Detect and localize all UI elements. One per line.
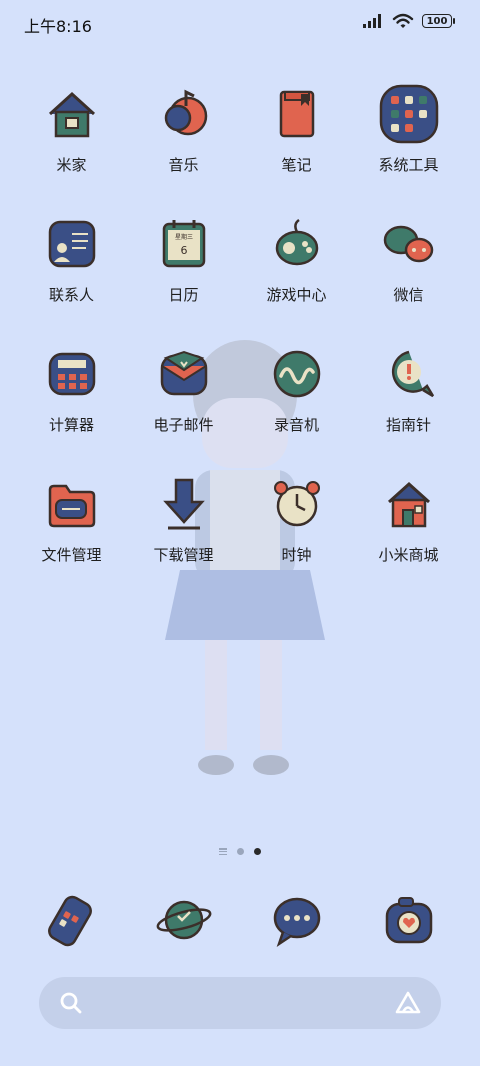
- system-tools-folder-icon: [379, 84, 438, 144]
- page-dot[interactable]: [237, 848, 244, 855]
- app-label: 电子邮件: [153, 416, 214, 434]
- mi-store-icon: [387, 481, 430, 528]
- alarm-clock-icon: [273, 481, 320, 527]
- file-manager-icon: [48, 484, 95, 528]
- app-downloads[interactable]: 下载管理: [127, 470, 240, 580]
- app-label: 小米商城: [378, 546, 439, 564]
- compass-icon: [391, 350, 434, 398]
- dock-camera[interactable]: [352, 886, 465, 956]
- contacts-icon: [48, 220, 95, 268]
- dock-messages[interactable]: [240, 886, 353, 956]
- app-label: 微信: [393, 286, 424, 304]
- page-indicator: [0, 848, 480, 855]
- app-notes[interactable]: 笔记: [240, 80, 353, 190]
- calendar-icon: 星期三 6: [162, 220, 205, 268]
- app-label: 笔记: [281, 156, 312, 174]
- status-time: 上午8:16: [24, 17, 92, 36]
- app-label: 联系人: [48, 286, 94, 304]
- mijia-house-icon: [48, 91, 95, 138]
- home-menu-indicator-icon[interactable]: [219, 848, 227, 855]
- app-contacts[interactable]: 联系人: [15, 210, 128, 320]
- app-music[interactable]: 音乐: [127, 80, 240, 190]
- app-label: 计算器: [48, 416, 94, 434]
- app-label: 系统工具: [378, 156, 439, 174]
- app-clock[interactable]: 时钟: [240, 470, 353, 580]
- app-recorder[interactable]: 录音机: [240, 340, 353, 450]
- app-label: 游戏中心: [266, 286, 327, 304]
- status-icons: 100: [362, 13, 455, 29]
- signal-icon: [363, 14, 381, 28]
- app-label: 指南针: [385, 416, 431, 434]
- status-bar: 上午8:16 100: [0, 0, 480, 46]
- app-label: 音乐: [168, 156, 199, 174]
- search-icon[interactable]: [59, 991, 83, 1015]
- calendar-weekday: 星期三: [174, 233, 192, 241]
- page-dot-active[interactable]: [254, 848, 261, 855]
- app-label: 文件管理: [41, 546, 102, 564]
- recorder-icon: [273, 350, 320, 398]
- music-icon: [164, 89, 207, 136]
- app-mi-store[interactable]: 小米商城: [352, 470, 465, 580]
- app-compass[interactable]: 指南针: [352, 340, 465, 450]
- battery-level: 100: [426, 15, 448, 27]
- calculator-icon: [48, 352, 95, 396]
- assistant-icon[interactable]: [395, 991, 421, 1015]
- app-calendar[interactable]: 星期三 6 日历: [127, 210, 240, 320]
- calendar-day: 6: [180, 244, 187, 257]
- wifi-icon: [392, 13, 414, 28]
- email-icon: [160, 350, 207, 396]
- app-wechat[interactable]: 微信: [352, 210, 465, 320]
- wechat-icon: [383, 225, 433, 263]
- app-label: 录音机: [273, 416, 319, 434]
- app-mijia[interactable]: 米家: [15, 80, 128, 190]
- battery-icon: 100: [422, 14, 455, 28]
- download-icon: [162, 478, 205, 530]
- messages-icon: [273, 897, 320, 948]
- notes-icon: [279, 90, 314, 138]
- game-controller-icon: [275, 218, 318, 266]
- dock-browser[interactable]: [127, 886, 240, 956]
- folder-system-tools[interactable]: 系统工具: [352, 80, 465, 190]
- browser-icon: [156, 900, 211, 940]
- app-label: 日历: [168, 286, 199, 304]
- phone-icon: [47, 895, 92, 947]
- app-file-manager[interactable]: 文件管理: [15, 470, 128, 580]
- app-label: 下载管理: [153, 546, 214, 564]
- app-calculator[interactable]: 计算器: [15, 340, 128, 450]
- app-email[interactable]: 电子邮件: [127, 340, 240, 450]
- app-label: 米家: [56, 156, 87, 174]
- camera-icon: [385, 897, 432, 944]
- dock-phone[interactable]: [15, 886, 128, 956]
- search-bar[interactable]: [39, 977, 441, 1029]
- app-game-center[interactable]: 游戏中心: [240, 210, 353, 320]
- app-label: 时钟: [281, 546, 312, 564]
- dock: [0, 886, 480, 956]
